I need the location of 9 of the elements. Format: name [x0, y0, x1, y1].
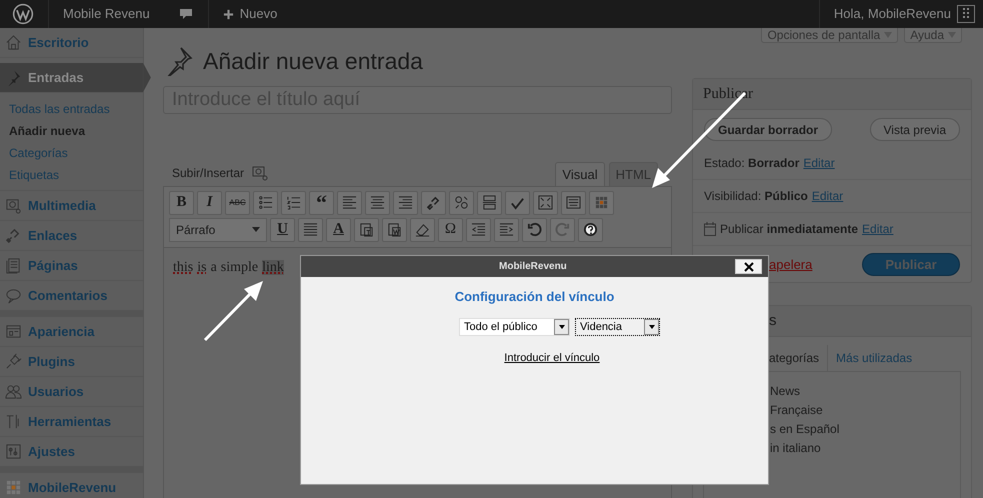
- page-title: Añadir nueva entrada: [203, 48, 423, 74]
- publish-setting-text: Visibilidad: Público: [704, 189, 808, 203]
- upload-insert-label: Subir/Insertar: [172, 166, 244, 180]
- box-title: s: [769, 312, 776, 329]
- dialog-heading: Configuración del vínculo: [454, 289, 614, 304]
- dialog-title: MobileRevenu: [499, 261, 567, 272]
- publish-setting-text: Estado: Borrador: [704, 156, 800, 170]
- publish-setting-text: Publicar inmediatamente: [720, 222, 858, 236]
- box-title: Publicar: [693, 79, 971, 110]
